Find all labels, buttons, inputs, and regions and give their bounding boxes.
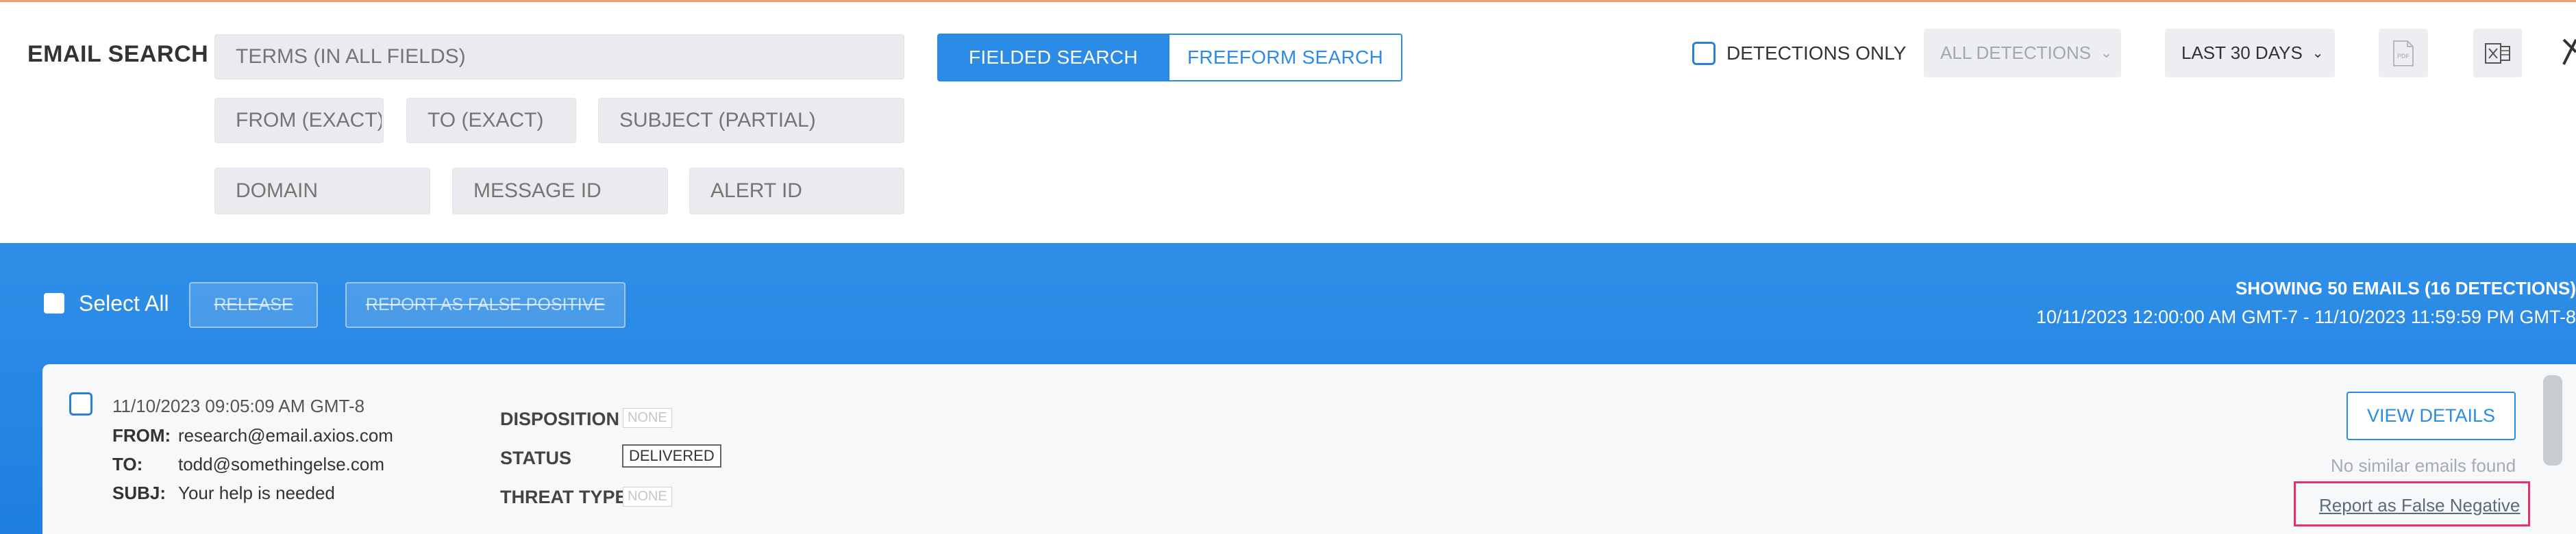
tab-fielded-search[interactable]: FIELDED SEARCH — [937, 34, 1169, 81]
date-range-dropdown[interactable]: LAST 30 DAYS ⌄ — [2165, 29, 2335, 77]
disposition-badge: NONE — [623, 408, 672, 428]
threat-type-badge: NONE — [623, 487, 672, 507]
page-title: EMAIL SEARCH — [27, 41, 209, 67]
domain-input[interactable] — [214, 168, 430, 214]
showing-count: SHOWING 50 EMAILS (16 DETECTIONS) — [2236, 278, 2576, 298]
email-from-row: FROM: research@email.axios.com — [112, 425, 393, 446]
status-badge: DELIVERED — [622, 444, 721, 468]
scrollbar-thumb[interactable] — [2543, 375, 2562, 466]
to-input[interactable] — [406, 98, 576, 143]
from-input[interactable] — [214, 98, 384, 143]
email-result-card — [42, 364, 2576, 534]
chevron-down-icon: ⌄ — [2101, 46, 2112, 61]
subject-input[interactable] — [598, 98, 904, 143]
status-label: STATUS — [500, 448, 571, 468]
email-subject-row: SUBJ: Your help is needed — [112, 483, 335, 504]
date-range-label: LAST 30 DAYS — [2181, 42, 2303, 63]
all-detections-dropdown[interactable]: ALL DETECTIONS ⌄ — [1924, 29, 2121, 77]
threat-type-label: THREAT TYPE — [500, 487, 628, 507]
email-row-checkbox[interactable] — [69, 392, 92, 416]
report-false-negative-link[interactable]: Report as False Negative — [2319, 495, 2520, 516]
pdf-export-button[interactable]: PDF — [2379, 29, 2428, 77]
detections-only-label: DETECTIONS ONLY — [1726, 42, 1907, 64]
alert-id-input[interactable] — [689, 168, 904, 214]
excel-icon — [2484, 42, 2510, 64]
release-button[interactable]: RELEASE — [189, 282, 318, 328]
top-accent-line — [0, 0, 2576, 2]
email-timestamp: 11/10/2023 09:05:09 AM GMT-8 — [112, 396, 365, 416]
close-icon[interactable] — [2562, 37, 2576, 67]
message-id-input[interactable] — [452, 168, 668, 214]
all-detections-label: ALL DETECTIONS — [1940, 42, 2092, 63]
pdf-icon-text: PDF — [2397, 53, 2410, 60]
report-false-positive-button[interactable]: REPORT AS FALSE POSITIVE — [345, 282, 626, 328]
detections-only-checkbox[interactable] — [1692, 42, 1716, 65]
select-all-checkbox[interactable] — [44, 293, 64, 314]
email-from: research@email.axios.com — [178, 425, 393, 446]
pdf-icon: PDF — [2393, 40, 2414, 66]
date-range-text: 10/11/2023 12:00:00 AM GMT-7 - 11/10/202… — [2036, 307, 2576, 327]
subj-label: SUBJ: — [112, 483, 166, 503]
excel-export-button[interactable] — [2473, 29, 2522, 77]
email-to: todd@somethingelse.com — [178, 454, 384, 474]
view-details-button[interactable]: VIEW DETAILS — [2346, 392, 2516, 440]
terms-input[interactable] — [214, 34, 904, 79]
select-all-label: Select All — [79, 291, 169, 316]
email-to-row: TO: todd@somethingelse.com — [112, 454, 384, 475]
similar-emails-text: No similar emails found — [2331, 455, 2516, 476]
chevron-down-icon: ⌄ — [2312, 46, 2324, 61]
to-label: TO: — [112, 454, 143, 474]
tab-freeform-search[interactable]: FREEFORM SEARCH — [1168, 34, 1402, 81]
email-subject: Your help is needed — [178, 483, 335, 503]
disposition-label: DISPOSITION — [500, 409, 620, 429]
from-label: FROM: — [112, 425, 171, 446]
